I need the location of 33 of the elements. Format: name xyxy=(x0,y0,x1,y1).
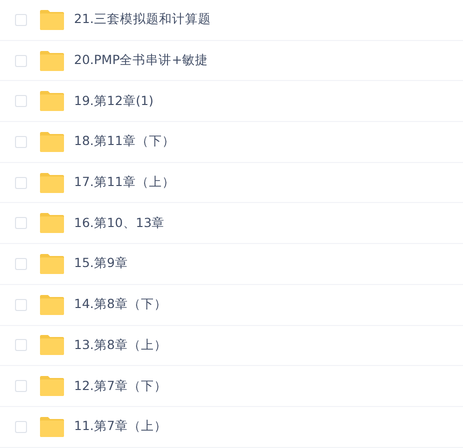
checkbox[interactable] xyxy=(15,14,27,26)
folder-icon xyxy=(40,254,64,274)
checkbox[interactable] xyxy=(15,54,27,67)
folder-icon xyxy=(40,213,64,234)
folder-name[interactable]: 16.第10、13章 xyxy=(74,214,165,232)
folder-name[interactable]: 18.第11章（下） xyxy=(74,133,175,150)
folder-icon xyxy=(40,172,64,193)
folder-icon xyxy=(40,91,64,112)
checkbox[interactable] xyxy=(15,380,27,392)
folder-name[interactable]: 20.PMP全书串讲+敏捷 xyxy=(74,52,208,70)
folder-name[interactable]: 15.第9章 xyxy=(74,255,128,272)
folder-icon xyxy=(40,50,64,71)
checkbox[interactable] xyxy=(15,176,27,189)
checkbox[interactable] xyxy=(15,217,27,230)
folder-icon xyxy=(40,335,64,356)
checkbox[interactable] xyxy=(15,298,27,311)
folder-name[interactable]: 11.第7章（上） xyxy=(74,418,167,436)
folder-icon xyxy=(40,10,64,30)
checkbox[interactable] xyxy=(15,95,27,108)
checkbox[interactable] xyxy=(15,420,27,433)
folder-icon xyxy=(40,294,64,315)
folder-name[interactable]: 13.第8章（上） xyxy=(74,336,167,354)
folder-icon xyxy=(40,416,64,437)
folder-name[interactable]: 21.三套模拟题和计算题 xyxy=(74,11,211,28)
folder-name[interactable]: 17.第11章（上） xyxy=(74,174,175,192)
checkbox[interactable] xyxy=(15,339,27,352)
folder-name[interactable]: 14.第8章（下） xyxy=(74,296,167,314)
folder-icon xyxy=(40,132,64,152)
checkbox[interactable] xyxy=(15,136,27,148)
folder-name[interactable]: 19.第12章(1) xyxy=(74,92,154,110)
checkbox[interactable] xyxy=(15,258,27,270)
folder-name[interactable]: 12.第7章（下） xyxy=(74,378,167,395)
folder-icon xyxy=(40,376,64,396)
